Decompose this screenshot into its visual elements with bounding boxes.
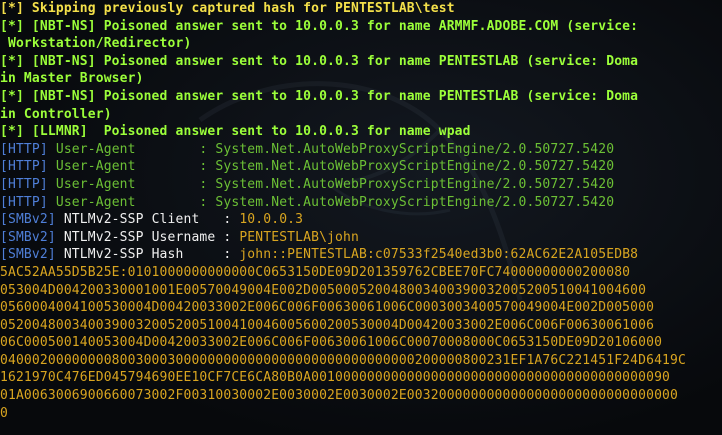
terminal-text-segment: User-Agent : System.Net.AutoWebProxyScri… <box>47 159 615 175</box>
terminal-line: 01A0063006900660073002F00310030002E00300… <box>0 387 722 405</box>
terminal-line: Workstation/Redirector) <box>0 35 722 53</box>
terminal-text-segment: 06C000500140053004D00420033002E006C006F0… <box>0 335 663 351</box>
terminal-text-segment: PENTESTLAB\john <box>239 229 359 245</box>
terminal-text-segment: [HTTP] <box>0 159 48 175</box>
terminal-text-segment: 1621970C476ED045794690EE10CF7CE6CA80B0A0… <box>0 370 671 386</box>
terminal-text-segment: [SMBv2] <box>0 247 56 263</box>
terminal-line: [HTTP] User-Agent : System.Net.AutoWebPr… <box>0 141 722 159</box>
terminal-line: [*] [NBT-NS] Poisoned answer sent to 10.… <box>0 88 722 106</box>
terminal-text-segment: in Controller) <box>0 106 112 122</box>
terminal-text-segment: Workstation/Redirector) <box>0 36 192 52</box>
terminal-text-segment: [*] Skipping previously captured hash fo… <box>0 1 455 16</box>
terminal-window[interactable]: [*] Skipping previously captured hash fo… <box>0 0 722 435</box>
terminal-line: [SMBv2] NTLMv2-SSP Hash : john::PENTESTL… <box>0 246 722 264</box>
terminal-text-segment: 10.0.0.3 <box>239 212 304 228</box>
terminal-line: 5AC52AA55D5B25E:0101000000000000C0653150… <box>0 264 722 282</box>
terminal-text-segment: NTLMv2-SSP Hash : <box>55 247 240 263</box>
terminal-text-segment: User-Agent : System.Net.AutoWebProxyScri… <box>47 176 615 192</box>
terminal-output: [*] Skipping previously captured hash fo… <box>0 0 722 422</box>
terminal-text-segment: [*] [NBT-NS] Poisoned answer sent to 10.… <box>0 18 639 34</box>
terminal-line: 0560004004100530004D00420033002E006C006F… <box>0 299 722 317</box>
terminal-text-segment: [*] [LLMNR] Poisoned answer sent to 10.0… <box>0 124 471 140</box>
terminal-line: in Master Browser) <box>0 70 722 88</box>
terminal-text-segment: User-Agent : System.Net.AutoWebProxyScri… <box>47 194 615 210</box>
terminal-line: 0400020000000080030003000000000000000000… <box>0 352 722 370</box>
terminal-text-segment: 0400020000000080030003000000000000000000… <box>0 352 686 368</box>
terminal-text-segment: [*] [NBT-NS] Poisoned answer sent to 10.… <box>0 53 639 69</box>
terminal-text-segment: 0 <box>0 405 8 421</box>
terminal-line: 1621970C476ED045794690EE10CF7CE6CA80B0A0… <box>0 369 722 387</box>
terminal-line: 0 <box>0 405 722 423</box>
terminal-line: [*] [NBT-NS] Poisoned answer sent to 10.… <box>0 53 722 71</box>
terminal-text-segment: NTLMv2-SSP Username : <box>55 229 240 245</box>
terminal-text-segment: NTLMv2-SSP Client : <box>55 212 240 228</box>
terminal-text-segment: 0560004004100530004D00420033002E006C006F… <box>0 300 655 316</box>
terminal-text-segment: 0520048003400390032005200510041004600560… <box>0 317 655 333</box>
terminal-line: [*] Skipping previously captured hash fo… <box>0 0 722 18</box>
terminal-line: [*] [LLMNR] Poisoned answer sent to 10.0… <box>0 123 722 141</box>
terminal-line: [SMBv2] NTLMv2-SSP Client : 10.0.0.3 <box>0 211 722 229</box>
terminal-text-segment: [HTTP] <box>0 141 48 157</box>
terminal-text-segment: [HTTP] <box>0 176 48 192</box>
terminal-line: [*] [NBT-NS] Poisoned answer sent to 10.… <box>0 18 722 36</box>
terminal-line: [SMBv2] NTLMv2-SSP Username : PENTESTLAB… <box>0 229 722 247</box>
terminal-text-segment: [SMBv2] <box>0 212 56 228</box>
terminal-text-segment: 01A0063006900660073002F00310030002E00300… <box>0 388 679 404</box>
terminal-text-segment: [SMBv2] <box>0 229 56 245</box>
terminal-line: [HTTP] User-Agent : System.Net.AutoWebPr… <box>0 158 722 176</box>
terminal-text-segment: 5AC52AA55D5B25E:0101000000000000C0653150… <box>0 264 631 280</box>
terminal-text-segment: john::PENTESTLAB:c07533f2540ed3b0:62AC62… <box>239 247 639 263</box>
terminal-text-segment: in Master Browser) <box>0 71 144 87</box>
terminal-text-segment: [HTTP] <box>0 194 48 210</box>
terminal-line: 0520048003400390032005200510041004600560… <box>0 317 722 335</box>
terminal-line: [HTTP] User-Agent : System.Net.AutoWebPr… <box>0 194 722 212</box>
terminal-text-segment: 053004D004200330001001E00570049004E002D0… <box>0 282 647 298</box>
terminal-line: 06C000500140053004D00420033002E006C006F0… <box>0 334 722 352</box>
terminal-text-segment: [*] [NBT-NS] Poisoned answer sent to 10.… <box>0 88 639 104</box>
terminal-text-segment: User-Agent : System.Net.AutoWebProxyScri… <box>47 141 615 157</box>
terminal-line: in Controller) <box>0 106 722 124</box>
terminal-line: [HTTP] User-Agent : System.Net.AutoWebPr… <box>0 176 722 194</box>
terminal-line: 053004D004200330001001E00570049004E002D0… <box>0 282 722 300</box>
